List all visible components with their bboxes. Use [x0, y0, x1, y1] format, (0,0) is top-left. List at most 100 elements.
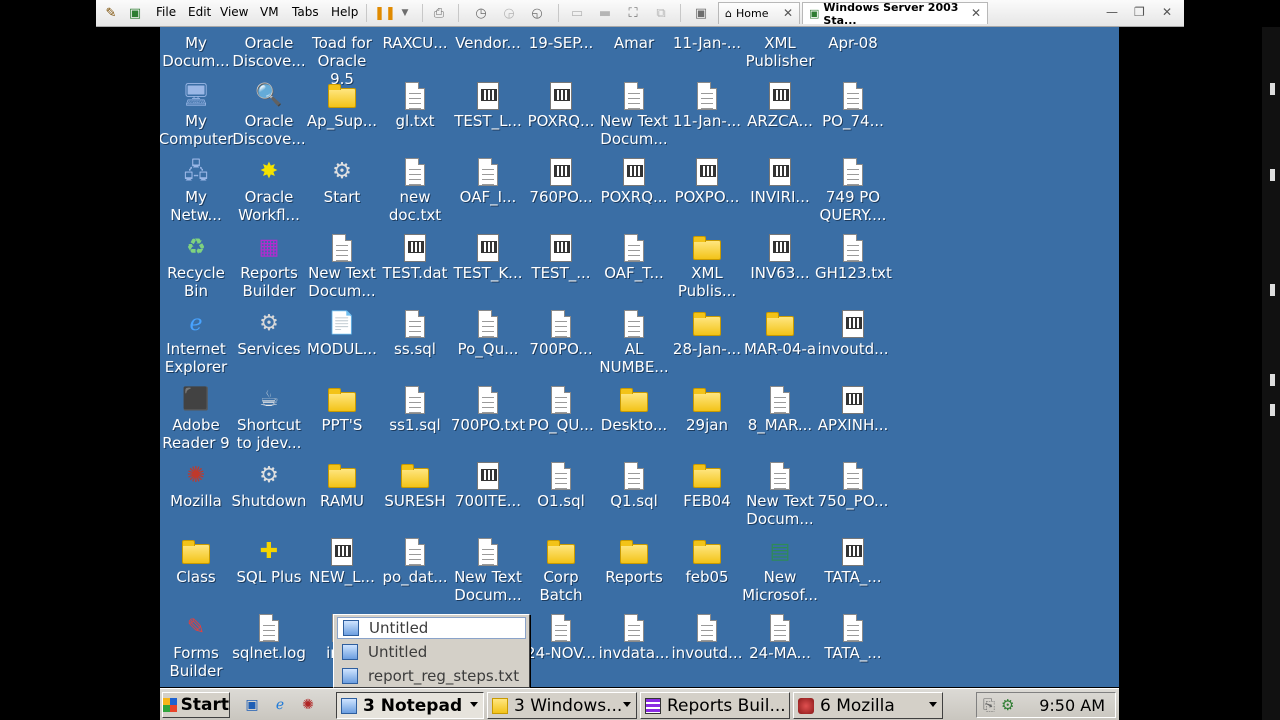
- desktop-icon[interactable]: Po_Qu...: [450, 310, 526, 386]
- desktop-icon[interactable]: ss1.sql: [377, 386, 453, 462]
- desktop-icon[interactable]: INV63...: [742, 234, 818, 310]
- menu-tabs[interactable]: Tabs: [292, 5, 319, 19]
- desktop-icon[interactable]: 750_PO...: [815, 462, 891, 538]
- desktop-icon[interactable]: FEB04: [669, 462, 745, 538]
- desktop-icon[interactable]: 700PO.txt: [450, 386, 526, 462]
- desktop-icon[interactable]: 🖧 My Netw...: [160, 158, 234, 234]
- desktop-icon[interactable]: ♻ Recycle Bin: [160, 234, 234, 310]
- tab-windows-server[interactable]: ▣ Windows Server 2003 Sta... ✕: [802, 1, 988, 27]
- desktop-icon[interactable]: ✸ Oracle Workfl...: [231, 158, 307, 234]
- menu-help[interactable]: Help: [331, 5, 358, 19]
- desktop-icon[interactable]: ✎ Forms Builder: [160, 614, 234, 687]
- menu-vm[interactable]: VM: [260, 5, 279, 19]
- clock[interactable]: 9:50 AM: [1039, 696, 1105, 715]
- start-button[interactable]: Start: [162, 692, 230, 718]
- desktop-icon[interactable]: 28-Jan-...: [669, 310, 745, 386]
- vmware-tools-tray-icon[interactable]: ⚙: [1001, 696, 1014, 714]
- maximize-icon[interactable]: ❐: [1134, 5, 1145, 19]
- desktop-icon[interactable]: 19-SEP...: [523, 27, 599, 80]
- desktop-icon[interactable]: New Text Docum...: [304, 234, 380, 310]
- desktop-icon[interactable]: invoutd...: [669, 614, 745, 687]
- internet-explorer-icon[interactable]: ℯ: [270, 695, 290, 715]
- desktop-icon[interactable]: ✺ Mozilla: [160, 462, 234, 538]
- desktop-icon[interactable]: New Text Docum...: [450, 538, 526, 614]
- desktop-icon[interactable]: ⬛ Adobe Reader 9: [160, 386, 234, 462]
- close-icon[interactable]: ✕: [971, 6, 981, 20]
- desktop-icon[interactable]: PPT'S: [304, 386, 380, 462]
- taskbar-mozilla-button[interactable]: 6 Mozilla: [793, 692, 943, 719]
- desktop-icon[interactable]: AL NUMBE...: [596, 310, 672, 386]
- network-tray-icon[interactable]: ⎘: [983, 696, 995, 714]
- desktop-icon[interactable]: TEST.dat: [377, 234, 453, 310]
- desktop-icon[interactable]: Class: [160, 538, 234, 614]
- close-window-icon[interactable]: ✕: [1162, 5, 1172, 19]
- desktop-icon[interactable]: RAMU: [304, 462, 380, 538]
- desktop-icon[interactable]: New Text Docum...: [742, 462, 818, 538]
- desktop-icon[interactable]: RAXCU...: [377, 27, 453, 80]
- desktop-icon[interactable]: 11-Jan-...: [669, 27, 745, 80]
- desktop-icon[interactable]: O1.sql: [523, 462, 599, 538]
- desktop-icon[interactable]: 🖥 My Computer: [160, 82, 234, 158]
- pause-icon[interactable]: ❚❚: [374, 4, 396, 22]
- popup-item-untitled-1[interactable]: Untitled: [337, 617, 526, 639]
- desktop-icon[interactable]: Amar: [596, 27, 672, 80]
- taskbar-notepad-button[interactable]: 3 Notepad: [336, 692, 484, 719]
- desktop-icon[interactable]: Apr-08: [815, 27, 891, 80]
- desktop-icon[interactable]: POXRQ...: [523, 82, 599, 158]
- menu-edit[interactable]: Edit: [188, 5, 211, 19]
- desktop-icon[interactable]: NEW_L...: [304, 538, 380, 614]
- desktop-icon[interactable]: 29jan: [669, 386, 745, 462]
- desktop-icon[interactable]: OAF_T...: [596, 234, 672, 310]
- desktop-icon[interactable]: OAF_I...: [450, 158, 526, 234]
- fullscreen-icon[interactable]: ⛶: [624, 4, 642, 22]
- desktop-icon[interactable]: 🔍Oracle Discove...: [231, 27, 307, 80]
- desktop-icon[interactable]: 11-Jan-...: [669, 82, 745, 158]
- desktop-icon[interactable]: ⚙ Services: [231, 310, 307, 386]
- desktop-icon[interactable]: 749 PO QUERY....: [815, 158, 891, 234]
- desktop-icon[interactable]: sqlnet.log: [231, 614, 307, 687]
- show-desktop-icon[interactable]: ▣: [242, 695, 262, 715]
- desktop-icon[interactable]: TEST_...: [523, 234, 599, 310]
- desktop-icon[interactable]: po_dat...: [377, 538, 453, 614]
- desktop-icon[interactable]: ⚙ Start: [304, 158, 380, 234]
- desktop-icon[interactable]: 🔍Oracle Discove...: [231, 82, 307, 158]
- desktop-icon[interactable]: Vendor...: [450, 27, 526, 80]
- desktop-icon[interactable]: invdata...: [596, 614, 672, 687]
- vm-console-icon[interactable]: ▣: [126, 4, 144, 22]
- desktop-icon[interactable]: gl.txt: [377, 82, 453, 158]
- minimize-icon[interactable]: —: [1106, 5, 1118, 19]
- desktop-icon[interactable]: ▦ Reports Builder: [231, 234, 307, 310]
- desktop-icon[interactable]: ℯ Internet Explorer: [160, 310, 234, 386]
- mozilla-icon[interactable]: ✺: [298, 695, 318, 715]
- menu-view[interactable]: View: [220, 5, 248, 19]
- desktop-icon[interactable]: 24-MA...: [742, 614, 818, 687]
- desktop-icon[interactable]: TEST_L...: [450, 82, 526, 158]
- desktop-icon[interactable]: 8_MAR...: [742, 386, 818, 462]
- desktop-icon[interactable]: PO_QU...: [523, 386, 599, 462]
- desktop-icon[interactable]: invoutd...: [815, 310, 891, 386]
- desktop-icon[interactable]: ARZCA...: [742, 82, 818, 158]
- popup-item-untitled-2[interactable]: Untitled: [337, 641, 526, 663]
- desktop-icon[interactable]: ☕ Shortcut to jdev...: [231, 386, 307, 462]
- desktop-icon[interactable]: TATA_...: [815, 538, 891, 614]
- revert-snapshot-icon[interactable]: ◶: [500, 4, 518, 22]
- desktop-icon[interactable]: ▤ New Microsof...: [742, 538, 818, 614]
- desktop-icon[interactable]: XML Publisher: [742, 27, 818, 80]
- close-icon[interactable]: ✕: [783, 6, 793, 20]
- snapshot-icon[interactable]: ◷: [472, 4, 490, 22]
- desktop-icon[interactable]: feb05: [669, 538, 745, 614]
- desktop-icon[interactable]: MAR-04-a: [742, 310, 818, 386]
- desktop-icon[interactable]: 📄 MODUL...: [304, 310, 380, 386]
- desktop-icon[interactable]: 760PO...: [523, 158, 599, 234]
- desktop-icon[interactable]: GH123.txt: [815, 234, 892, 310]
- chevron-down-icon[interactable]: ▼: [396, 4, 414, 22]
- popup-item-report-reg-steps[interactable]: report_reg_steps.txt: [337, 665, 526, 687]
- desktop-icon[interactable]: ⚙ Shutdown: [231, 462, 307, 538]
- unity-icon[interactable]: ⧉: [652, 4, 670, 22]
- desktop-icon[interactable]: XML Publis...: [669, 234, 745, 310]
- console-view-icon[interactable]: ▣: [692, 4, 710, 22]
- desktop-icon[interactable]: New Text Docum...: [596, 82, 672, 158]
- send-keys-icon[interactable]: ⎙: [430, 4, 448, 22]
- taskbar-windows-button[interactable]: 3 Windows...: [487, 692, 637, 719]
- desktop-icon[interactable]: 700ITE...: [450, 462, 526, 538]
